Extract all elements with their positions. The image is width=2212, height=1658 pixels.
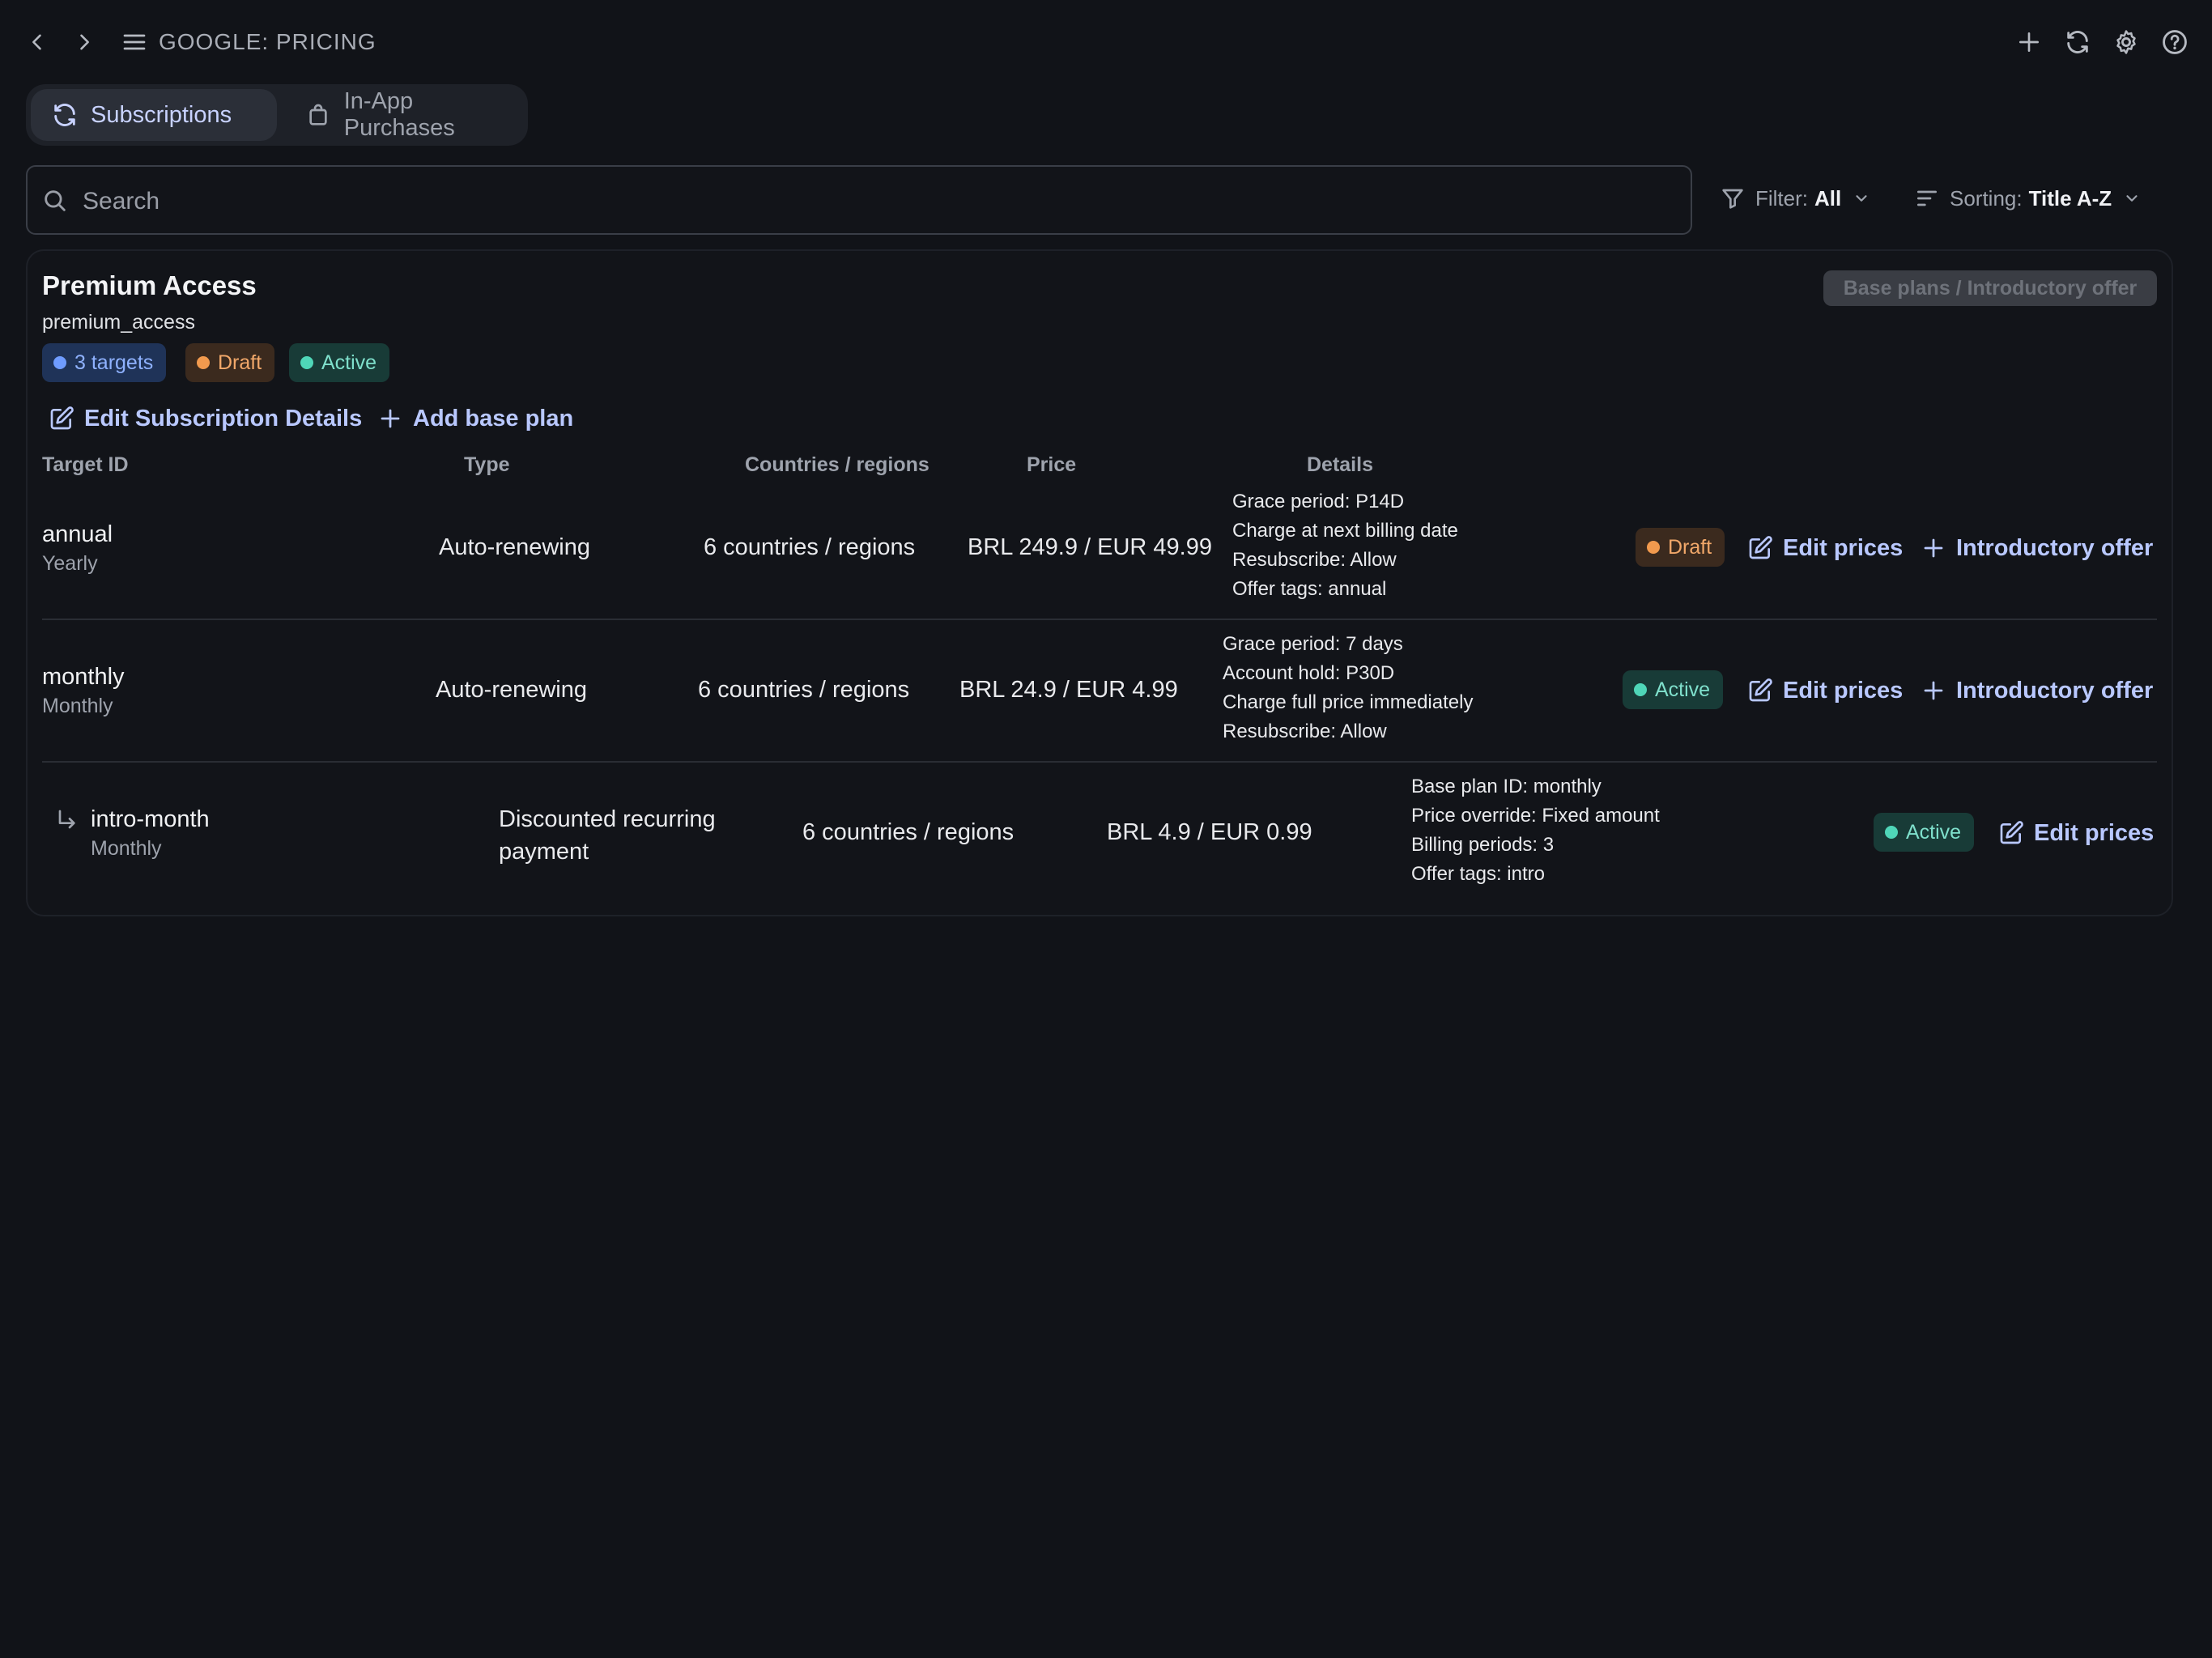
row-type: Discounted recurring payment [499, 806, 716, 865]
plus-icon [1919, 534, 1948, 563]
edit-icon [1746, 676, 1775, 705]
row-divider [42, 619, 2157, 620]
column-header-price: Price [1027, 453, 1077, 476]
status-badge-active: Active [1874, 813, 1975, 852]
refresh-icon [49, 99, 81, 131]
status-badge-active: Active [1623, 670, 1724, 709]
edit-icon [1997, 818, 2026, 848]
row-divider [42, 761, 2157, 763]
row-regions: 6 countries / regions [704, 534, 916, 560]
edit-subscription-details-button[interactable]: Edit Subscription Details [47, 398, 362, 439]
gear-icon[interactable] [2107, 23, 2146, 62]
introductory-offer-button[interactable]: Introductory offer [1919, 528, 2153, 568]
status-badge-draft: Draft [1636, 528, 1725, 567]
menu-icon[interactable] [115, 23, 154, 62]
sorting-dropdown[interactable]: Sorting: Title A-Z [1914, 178, 2141, 219]
column-header-type: Type [464, 453, 510, 476]
subscription-id: premium_access [42, 311, 195, 334]
targets-badge: 3 targets [42, 343, 167, 382]
sub-item-arrow-icon [53, 808, 79, 834]
introductory-offer-button[interactable]: Introductory offer [1919, 670, 2153, 711]
tab-label: Subscriptions [91, 101, 232, 128]
base-plans-button[interactable]: Base plans / Introductory offer [1823, 270, 2157, 306]
status-badge-draft: Draft [185, 343, 275, 382]
refresh-icon[interactable] [2058, 23, 2097, 62]
edit-icon [1746, 534, 1775, 563]
filter-icon [1720, 185, 1746, 211]
page-title: GOOGLE: PRICING [159, 29, 376, 54]
edit-prices-button[interactable]: Edit prices [1746, 670, 1903, 711]
row-details: Grace period: 7 days Account hold: P30D … [1223, 633, 1474, 742]
chevron-down-icon [1853, 189, 1870, 207]
help-icon[interactable] [2155, 23, 2194, 62]
tab-label: In-App Purchases [343, 88, 455, 141]
row-id: intro-month [91, 806, 210, 832]
column-header-target-id: Target ID [42, 453, 129, 476]
row-details: Base plan ID: monthly Price override: Fi… [1411, 776, 1660, 885]
row-id: annual [42, 521, 113, 547]
filter-dropdown[interactable]: Filter: All [1720, 178, 1870, 219]
filter-value: All [1814, 185, 1842, 210]
row-type: Auto-renewing [439, 534, 590, 560]
edit-prices-button[interactable]: Edit prices [1997, 813, 2154, 853]
add-base-plan-button[interactable]: Add base plan [376, 398, 573, 439]
status-badge-active: Active [289, 343, 390, 382]
row-period: Yearly [42, 552, 98, 575]
tab-subscriptions[interactable]: Subscriptions [31, 89, 277, 141]
row-details: Grace period: P14D Charge at next billin… [1232, 491, 1458, 600]
row-regions: 6 countries / regions [802, 819, 1015, 845]
row-type: Auto-renewing [436, 677, 587, 703]
plus-icon [376, 404, 405, 433]
row-price: BRL 24.9 / EUR 4.99 [959, 677, 1178, 703]
sort-icon [1914, 185, 1940, 211]
column-header-details: Details [1307, 453, 1373, 476]
chevron-down-icon [2123, 189, 2141, 207]
row-period: Monthly [42, 695, 113, 717]
sorting-value: Title A-Z [2028, 185, 2112, 210]
forward-icon[interactable] [65, 23, 104, 62]
edit-icon [47, 404, 76, 433]
search-box [26, 165, 1692, 235]
row-price: BRL 4.9 / EUR 0.99 [1107, 819, 1312, 845]
bag-icon [303, 99, 334, 131]
plus-icon [1919, 676, 1948, 705]
row-period: Monthly [91, 837, 162, 860]
row-price: BRL 249.9 / EUR 49.99 [968, 534, 1212, 560]
search-icon [37, 183, 73, 219]
tab-in-app-purchases[interactable]: In-App Purchases [285, 88, 525, 141]
top-bar: GOOGLE: PRICING [0, 0, 2212, 84]
search-input[interactable] [81, 178, 1671, 225]
edit-prices-button[interactable]: Edit prices [1746, 528, 1903, 568]
row-regions: 6 countries / regions [698, 677, 910, 703]
back-icon[interactable] [18, 23, 57, 62]
tab-bar: Subscriptions In-App Purchases [26, 84, 528, 146]
sorting-label: Sorting: [1950, 185, 2023, 210]
filter-label: Filter: [1755, 185, 1808, 210]
subscription-title: Premium Access [42, 270, 257, 300]
row-id: monthly [42, 664, 125, 690]
plus-icon[interactable] [2010, 23, 2048, 62]
column-header-countries: Countries / regions [745, 453, 929, 476]
